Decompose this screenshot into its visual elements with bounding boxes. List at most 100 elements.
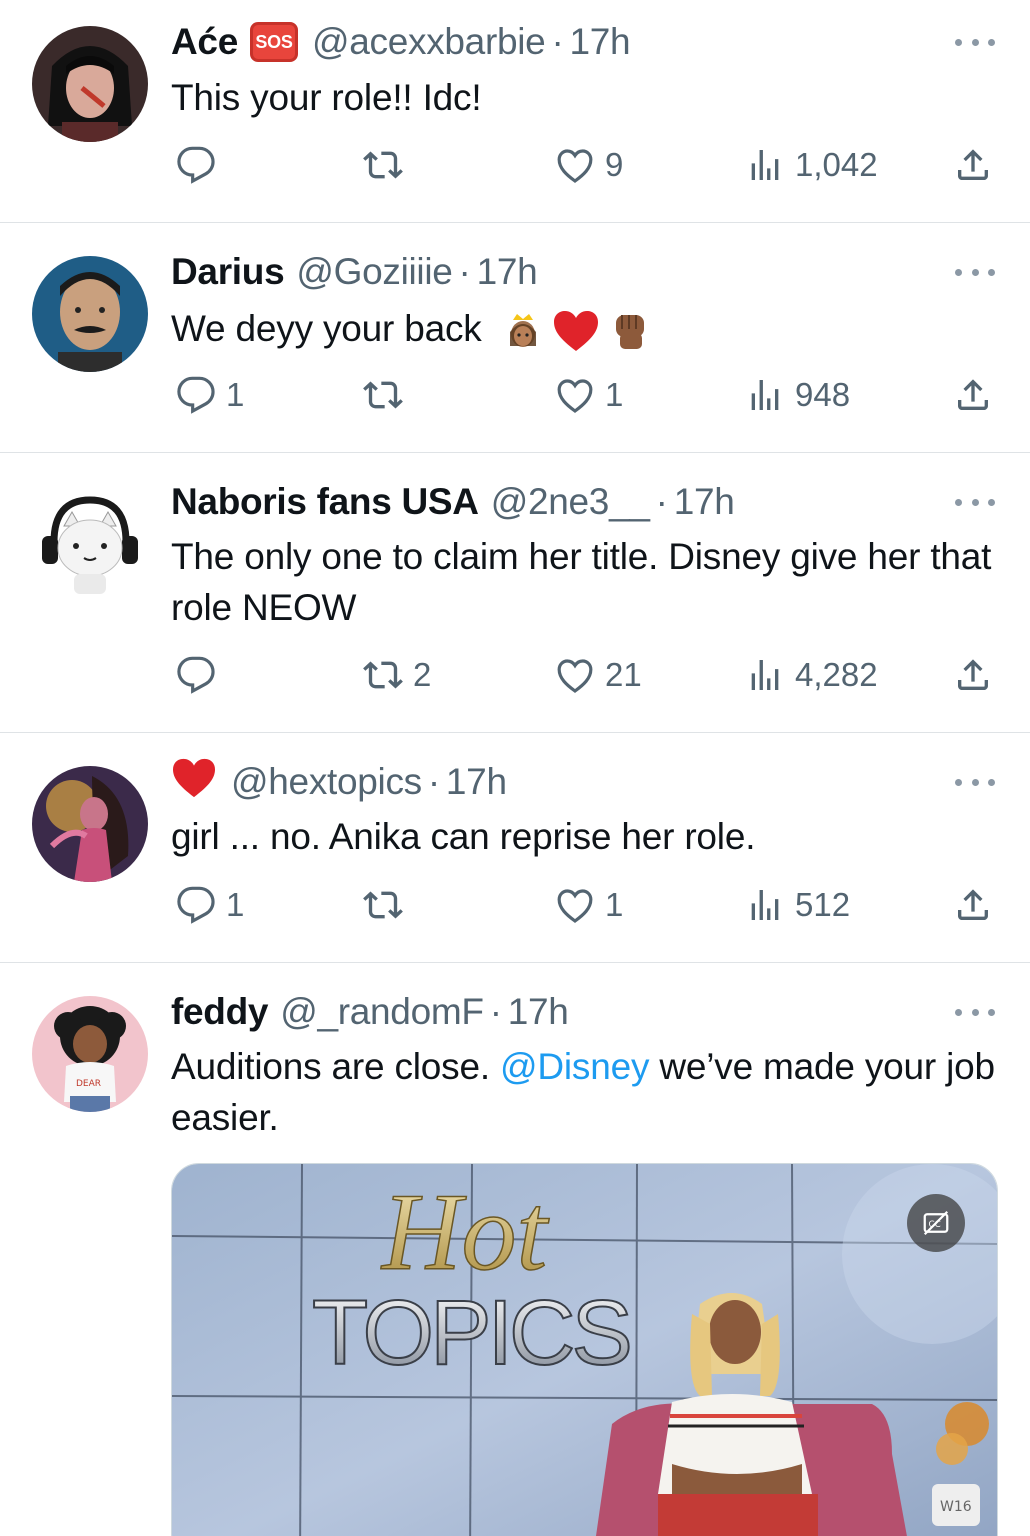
tweet[interactable]: Aće SOS @acexxbarbie · 17h This your rol… [0, 0, 1030, 222]
svg-text:DEAR: DEAR [76, 1079, 101, 1089]
separator-dot: · [655, 481, 668, 522]
like-icon [555, 375, 595, 415]
reply-button[interactable] [176, 143, 226, 187]
tweet[interactable]: @hextopics · 17h girl ... no. Anika can … [0, 733, 1030, 962]
retweet-icon [363, 655, 403, 695]
handle[interactable]: @Goziiiie [296, 251, 452, 293]
tweet[interactable]: Naboris fans USA @2ne3__ · 17h The only … [0, 453, 1030, 732]
like-count: 9 [605, 146, 624, 183]
avatar[interactable] [32, 26, 148, 142]
like-button[interactable]: 1 [555, 373, 623, 417]
video-player[interactable]: Hot TOPICS W16 CC [171, 1163, 998, 1536]
avatar[interactable] [32, 486, 148, 602]
views-count: 512 [795, 886, 851, 923]
reply-button[interactable]: 1 [176, 373, 244, 417]
display-name[interactable]: Naboris fans USA [171, 481, 479, 523]
tweet[interactable]: Darius @Goziiiie · 17h We deyy your back… [0, 223, 1030, 452]
like-count: 1 [605, 376, 624, 413]
views-button[interactable]: 4,282 [745, 653, 878, 697]
views-count: 4,282 [795, 656, 878, 693]
tweet-header: Aće SOS @acexxbarbie · 17h [171, 20, 631, 64]
more-icon[interactable] [955, 262, 995, 282]
reply-button[interactable] [176, 653, 226, 697]
retweet-button[interactable]: 2 [363, 653, 431, 697]
timestamp[interactable]: 17h [477, 251, 538, 293]
tweet-text: We deyy your back [171, 303, 1001, 354]
retweet-button[interactable] [363, 373, 413, 417]
reply-button[interactable]: 1 [176, 883, 244, 927]
views-icon [745, 655, 785, 695]
views-button[interactable]: 948 [745, 373, 850, 417]
views-icon [745, 375, 785, 415]
separator-dot: · [551, 21, 564, 62]
views-icon [745, 145, 785, 185]
like-icon [555, 885, 595, 925]
like-button[interactable]: 1 [555, 883, 623, 927]
views-icon [745, 885, 785, 925]
timestamp[interactable]: 17h [508, 991, 569, 1033]
red-heart-emoji-icon [553, 311, 598, 352]
avatar[interactable]: DEAR [32, 996, 148, 1112]
tweet-header: feddy @_randomF · 17h [171, 990, 569, 1034]
more-icon[interactable] [955, 772, 995, 792]
handle[interactable]: @_randomF [280, 991, 484, 1033]
action-bar: 9 1,042 [0, 143, 1030, 187]
mug-watermark: W16 [940, 1499, 972, 1515]
reply-count: 1 [226, 376, 245, 413]
tweet-header: Darius @Goziiiie · 17h [171, 250, 538, 294]
share-icon [953, 375, 993, 415]
like-count: 1 [605, 886, 624, 923]
views-count: 948 [795, 376, 851, 413]
separator-dot: · [458, 251, 471, 292]
views-count: 1,042 [795, 146, 878, 183]
like-icon [555, 655, 595, 695]
handle[interactable]: @acexxbarbie [312, 21, 546, 63]
like-button[interactable]: 21 [555, 653, 642, 697]
timestamp[interactable]: 17h [674, 481, 735, 523]
captions-icon[interactable]: CC [907, 1194, 965, 1252]
show-title-hot: Hot [380, 1171, 549, 1293]
retweet-button[interactable] [363, 143, 413, 187]
display-name[interactable]: Darius [171, 251, 285, 293]
red-heart-emoji-icon [171, 757, 217, 808]
share-icon [953, 885, 993, 925]
retweet-count: 2 [413, 656, 432, 693]
separator-dot: · [427, 761, 440, 802]
raised-fist-emoji-icon [615, 315, 644, 350]
display-name[interactable]: Aće [171, 21, 238, 63]
action-bar: 1 1 512 [0, 883, 1030, 927]
action-bar: 2 21 4,282 [0, 653, 1030, 697]
tweet-header: @hextopics · 17h [171, 758, 507, 804]
reply-icon [176, 655, 216, 695]
action-bar: 1 1 948 [0, 373, 1030, 417]
timestamp[interactable]: 17h [569, 21, 630, 63]
share-icon [953, 655, 993, 695]
handle[interactable]: @hextopics [231, 761, 422, 803]
share-button[interactable] [953, 653, 993, 697]
like-count: 21 [605, 656, 642, 693]
show-title-topics: TOPICS [312, 1282, 629, 1384]
like-button[interactable]: 9 [555, 143, 623, 187]
display-name[interactable]: feddy [171, 991, 268, 1033]
mention-link[interactable]: @Disney [500, 1046, 649, 1087]
tweet-text: The only one to claim her title. Disney … [171, 536, 992, 628]
more-icon[interactable] [955, 1002, 995, 1022]
more-icon[interactable] [955, 32, 995, 52]
reply-icon [176, 375, 216, 415]
avatar[interactable] [32, 256, 148, 372]
more-icon[interactable] [955, 492, 995, 512]
handle[interactable]: @2ne3__ [491, 481, 650, 523]
views-button[interactable]: 512 [745, 883, 850, 927]
timestamp[interactable]: 17h [446, 761, 507, 803]
avatar[interactable] [32, 766, 148, 882]
emoji-group [502, 309, 652, 353]
share-icon [953, 145, 993, 185]
views-button[interactable]: 1,042 [745, 143, 878, 187]
share-button[interactable] [953, 143, 993, 187]
tweet-text-content: We deyy your back [171, 308, 482, 349]
share-button[interactable] [953, 373, 993, 417]
retweet-button[interactable] [363, 883, 413, 927]
share-button[interactable] [953, 883, 993, 927]
like-icon [555, 145, 595, 185]
reply-count: 1 [226, 886, 245, 923]
